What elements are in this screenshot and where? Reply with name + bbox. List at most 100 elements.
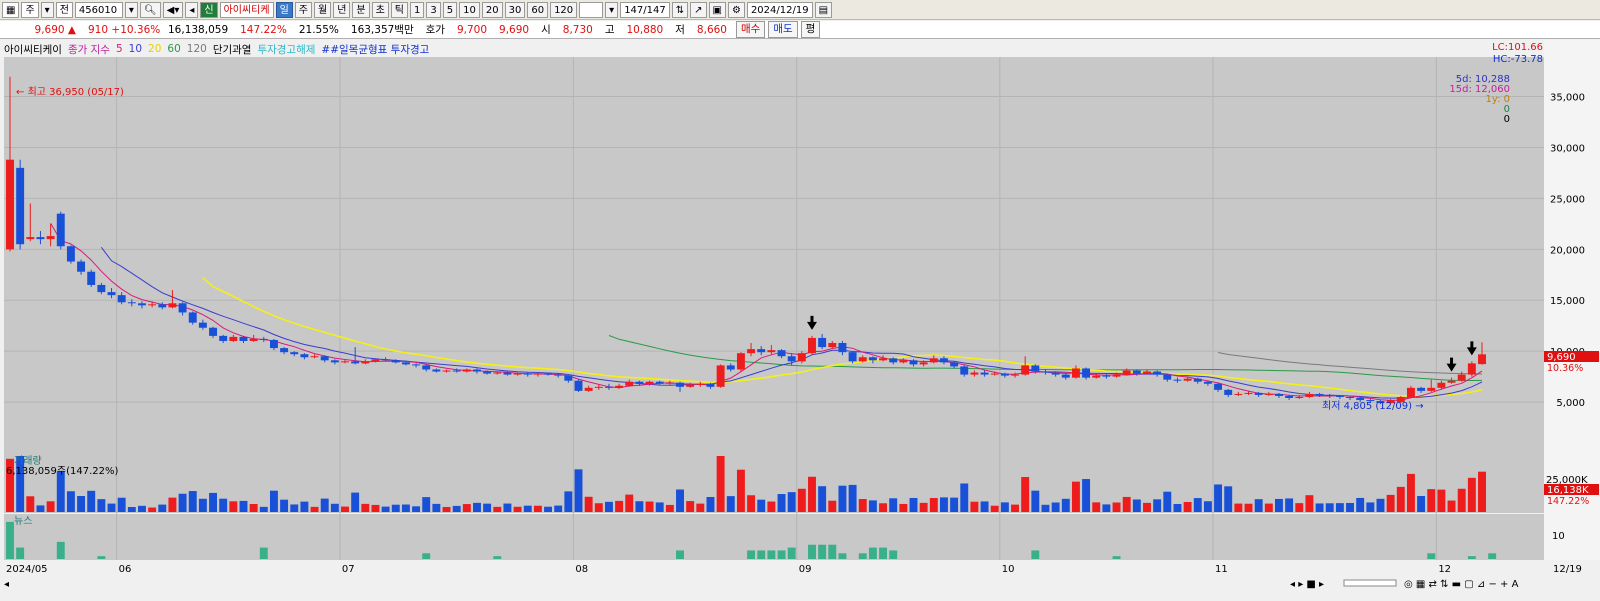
- legend-ma10[interactable]: 10: [129, 43, 142, 55]
- scroll-controls-icon[interactable]: ◂ ▸ ■ ▸: [1290, 579, 1324, 590]
- interval-dropdown-icon[interactable]: ▾: [605, 1, 619, 18]
- interval-120[interactable]: 120: [550, 1, 578, 18]
- interval-1[interactable]: 1: [410, 1, 425, 18]
- candle-body: [36, 237, 45, 240]
- candle-body: [574, 380, 583, 391]
- volume-bar: [280, 499, 289, 512]
- legend-ma120[interactable]: 120: [187, 43, 207, 55]
- candle-body: [269, 339, 278, 349]
- search-icon[interactable]: 🔍︎: [139, 1, 161, 18]
- calendar-icon[interactable]: ▤: [814, 1, 833, 18]
- volume-bar: [259, 506, 268, 512]
- candle-body: [432, 369, 441, 372]
- candle-body: [990, 373, 999, 375]
- interval-10[interactable]: 10: [459, 1, 480, 18]
- candle-body: [401, 362, 410, 365]
- candle-body: [148, 304, 157, 306]
- y-tick-label: 30,000: [1550, 143, 1585, 154]
- zoom-slider[interactable]: [1343, 579, 1397, 587]
- volume-bar: [1153, 499, 1162, 512]
- mode-select[interactable]: 주: [21, 1, 39, 18]
- volume-bar: [1214, 484, 1223, 512]
- period-day[interactable]: 일: [275, 1, 293, 18]
- volume-bar: [1427, 489, 1436, 512]
- volume-bar: [797, 488, 806, 512]
- interval-20[interactable]: 20: [481, 1, 503, 18]
- speaker-icon[interactable]: ◀▾: [162, 1, 184, 18]
- market-select[interactable]: 전: [55, 1, 73, 18]
- news-tick: 10: [1552, 531, 1565, 542]
- legend-ma5[interactable]: 5: [116, 43, 123, 55]
- sell-button[interactable]: 매도: [768, 21, 798, 38]
- volume-bar: [503, 503, 512, 512]
- interval-3[interactable]: 3: [426, 1, 441, 18]
- line-tool-icon[interactable]: ↗: [690, 1, 707, 18]
- candle-body: [929, 358, 938, 363]
- hc-value: HC:-73.78: [1493, 54, 1543, 65]
- volume-bar: [1173, 503, 1182, 512]
- period-year[interactable]: 년: [333, 1, 351, 18]
- candle-body: [239, 336, 248, 341]
- interval-input[interactable]: [579, 1, 604, 18]
- candle-body: [635, 381, 644, 384]
- stock-code-input[interactable]: 456010: [74, 1, 123, 18]
- candle-body: [787, 356, 796, 362]
- news-bar: [97, 556, 106, 559]
- prev-icon[interactable]: ◂: [185, 1, 199, 18]
- period-minute[interactable]: 분: [352, 1, 370, 18]
- gear-icon[interactable]: ⚙: [727, 1, 745, 18]
- stock-name[interactable]: 아이씨티케: [219, 1, 274, 18]
- candle-body: [1305, 393, 1314, 397]
- legend-ma-label: 종가 지수: [67, 43, 110, 56]
- code-dropdown-icon[interactable]: ▾: [124, 1, 138, 18]
- candle-body: [452, 370, 461, 372]
- price-chart[interactable]: 35,00030,00025,00020,00015,00010,0005,00…: [0, 40, 1600, 601]
- flat-button[interactable]: 평: [800, 21, 821, 38]
- dropdown-arrow-icon[interactable]: ▾: [40, 1, 54, 18]
- volume-bar: [564, 491, 573, 512]
- candle-body: [6, 159, 14, 250]
- candle-body: [523, 373, 532, 375]
- buy-button[interactable]: 매수: [735, 21, 766, 38]
- period-month[interactable]: 월: [313, 1, 332, 18]
- legend: 아이씨티케이 종가 지수 5 10 20 60 120 단기과열 투자경고해제 …: [4, 42, 429, 56]
- period-tick[interactable]: 틱: [390, 1, 408, 18]
- interval-60[interactable]: 60: [527, 1, 549, 18]
- volume-bar: [158, 504, 167, 512]
- news-bar: [493, 556, 502, 559]
- news-bar: [889, 550, 898, 559]
- candle-body: [1457, 374, 1466, 381]
- period-second[interactable]: 초: [371, 1, 389, 18]
- candle-body: [117, 295, 126, 303]
- x-tick-label: 12/19: [1553, 564, 1582, 575]
- volume-bar: [1325, 503, 1334, 512]
- count-display[interactable]: 147/147: [620, 1, 670, 18]
- candle-body: [138, 303, 146, 306]
- news-bar: [808, 544, 816, 559]
- news-bar: [259, 547, 268, 559]
- save-icon[interactable]: ▣: [708, 1, 726, 18]
- volume-bar: [818, 486, 827, 512]
- date-input[interactable]: 2024/12/19: [746, 1, 813, 18]
- legend-ma60[interactable]: 60: [167, 43, 180, 55]
- grid-icon[interactable]: ▦: [2, 1, 20, 18]
- zoom-tools-icon[interactable]: ◎ ▦ ⇄ ⇅ ▬ ▢ ⊿ − + A: [1404, 579, 1519, 590]
- volume-bar: [1244, 503, 1253, 512]
- chart-settings-icon[interactable]: ⇅: [671, 1, 689, 18]
- volume-bar: [148, 507, 157, 512]
- price-panel-bg: [4, 57, 1544, 502]
- volume-bar: [66, 491, 75, 512]
- interval-30[interactable]: 30: [504, 1, 526, 18]
- period-week[interactable]: 주: [294, 1, 312, 18]
- x-tick-label: 09: [799, 564, 812, 575]
- volume-bar: [1447, 500, 1456, 512]
- candle-body: [1082, 368, 1091, 378]
- candle-body: [1061, 374, 1070, 378]
- legend-ma20[interactable]: 20: [148, 43, 161, 55]
- candle-body: [300, 354, 309, 358]
- volume-bar: [1112, 502, 1121, 512]
- volume-bar: [1071, 481, 1080, 512]
- candle-body: [107, 292, 116, 296]
- scroll-left-icon[interactable]: ◂: [4, 579, 9, 590]
- interval-5[interactable]: 5: [442, 1, 458, 18]
